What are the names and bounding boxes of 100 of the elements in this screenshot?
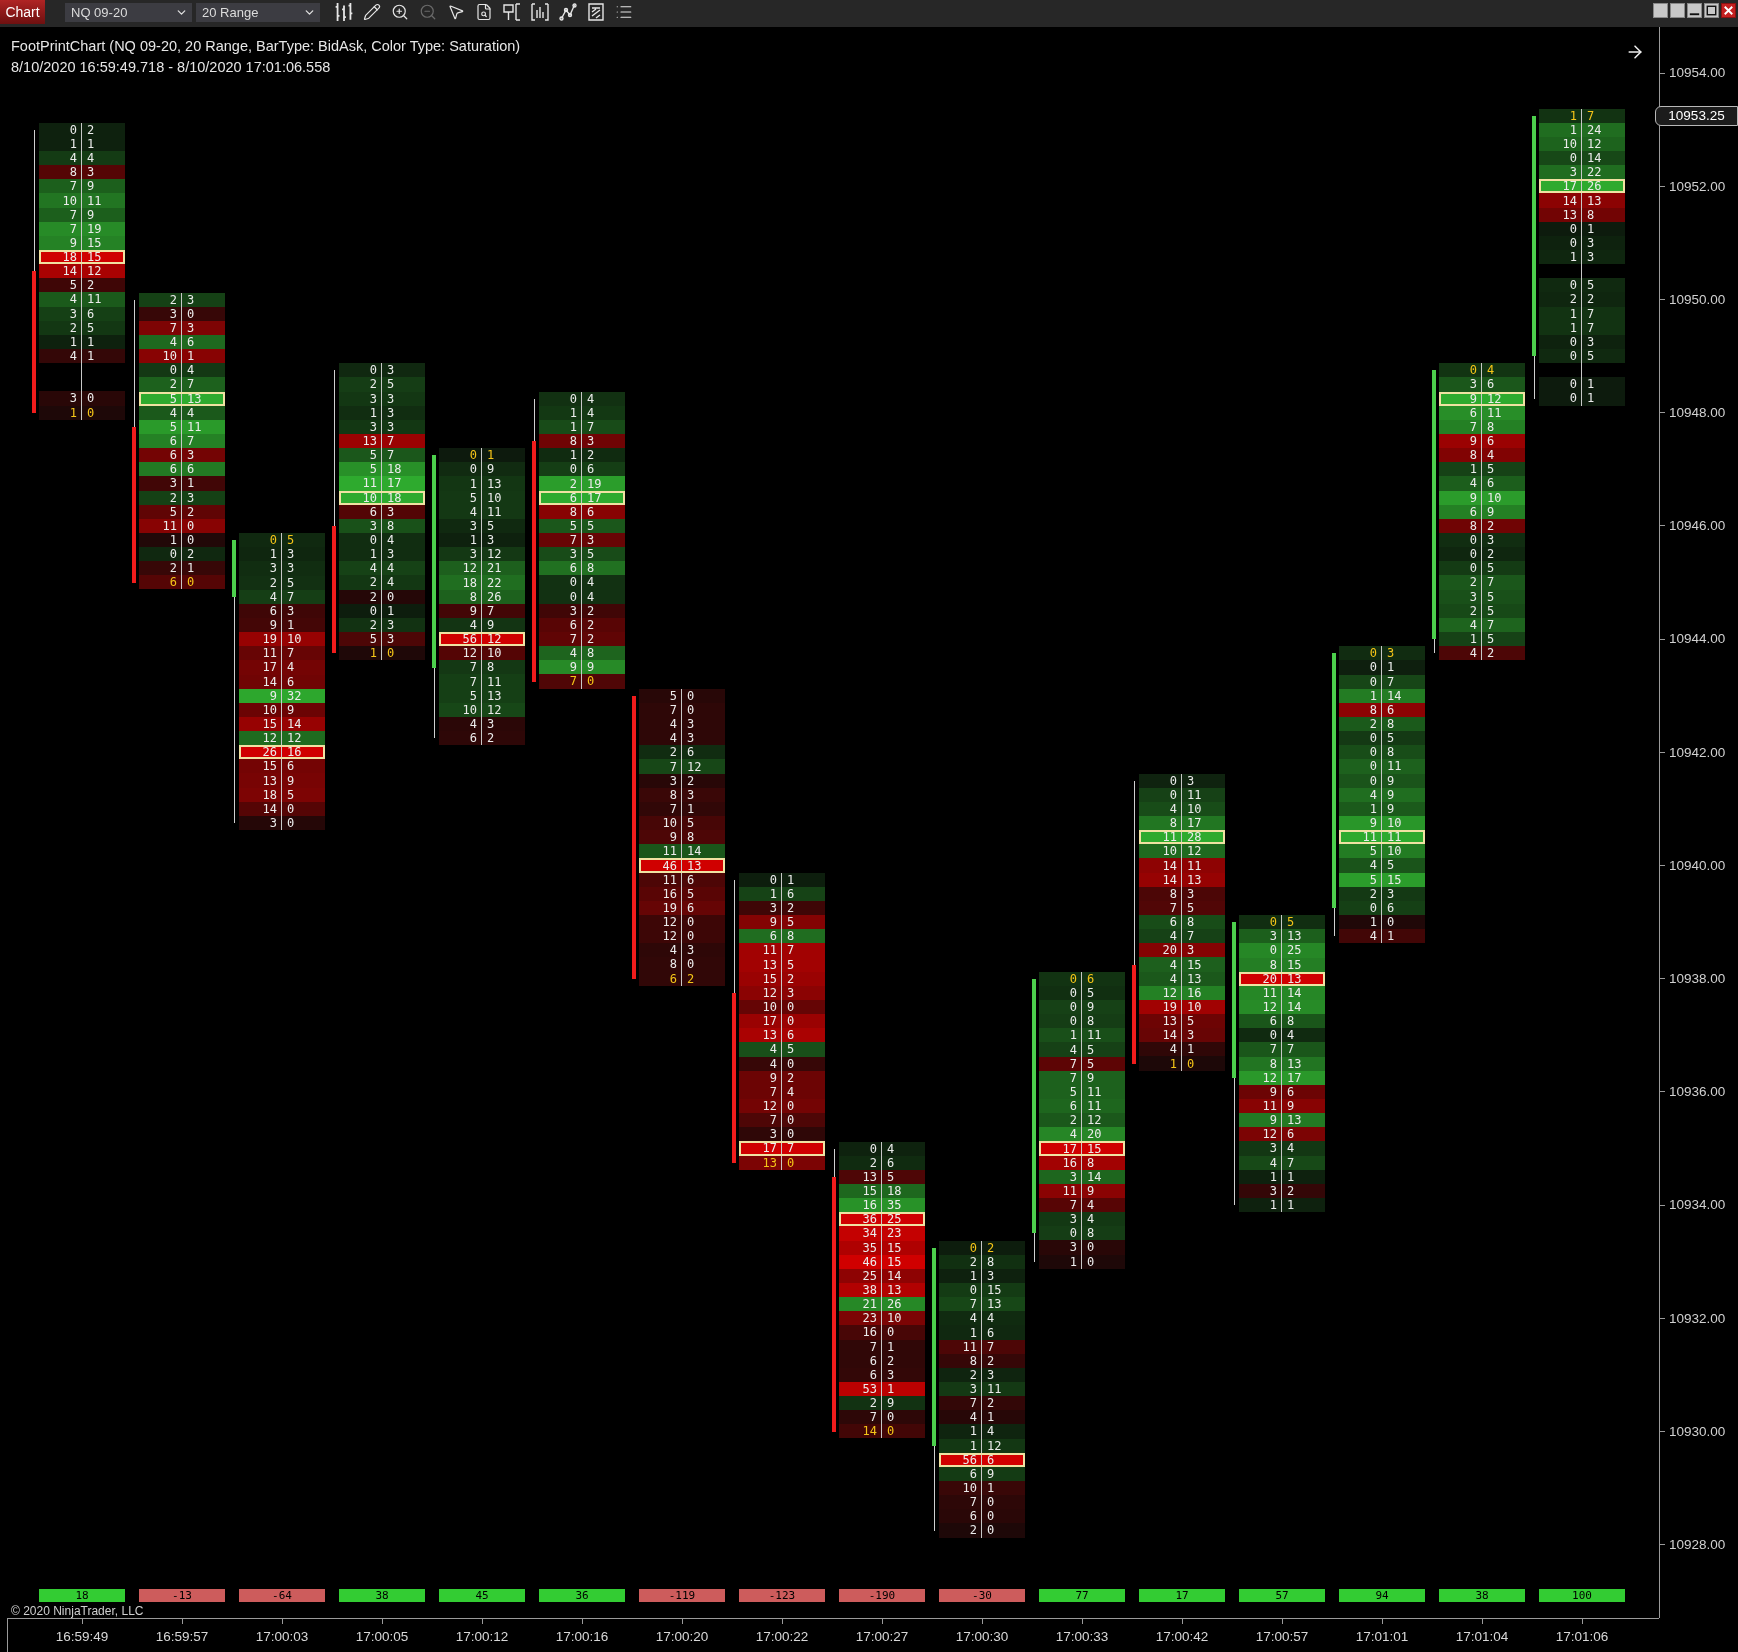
ask-volume: 0	[787, 1114, 795, 1127]
time-label: 17:00:57	[1255, 1629, 1309, 1645]
bid-volume: 0	[1069, 1015, 1077, 1028]
bid-volume: 11	[762, 944, 777, 957]
instrument-dropdown[interactable]: NQ 09-20	[65, 3, 192, 22]
ask-volume: 2	[1587, 293, 1595, 306]
ask-volume: 6	[1487, 378, 1495, 391]
copyright-text: © 2020 NinjaTrader, LLC	[11, 1603, 144, 1618]
chart-tab[interactable]: Chart	[0, 0, 45, 24]
ask-volume: 13	[487, 477, 502, 490]
delta-label: -190	[839, 1589, 925, 1602]
bid-volume: 9	[269, 689, 277, 702]
bid-volume: 0	[1369, 774, 1377, 787]
ask-volume: 8	[1087, 1227, 1095, 1240]
ask-volume: 35	[887, 1199, 902, 1212]
ask-volume: 21	[487, 562, 502, 575]
ask-volume: 8	[1487, 420, 1495, 433]
ask-volume: 13	[887, 1284, 902, 1296]
ask-volume: 28	[1187, 831, 1202, 844]
bid-volume: 8	[1169, 817, 1177, 830]
bid-volume: 2	[1469, 604, 1477, 617]
bid-volume: 4	[969, 1411, 977, 1424]
ask-volume: 7	[787, 1142, 795, 1155]
ask-volume: 9	[1387, 802, 1395, 815]
pointer-icon[interactable]	[447, 3, 465, 21]
bid-volume: 0	[1469, 562, 1477, 575]
ask-volume: 19	[587, 477, 602, 490]
ask-volume: 3	[987, 1368, 995, 1381]
ask-volume: 13	[187, 392, 202, 405]
ask-volume: 11	[987, 1383, 1002, 1396]
bid-volume: 7	[1269, 1043, 1277, 1056]
ask-volume: 8	[1087, 1015, 1095, 1028]
bid-volume: 0	[1369, 746, 1377, 759]
ask-volume: 3	[187, 321, 195, 334]
bid-volume: 4	[469, 717, 477, 730]
ask-volume: 5	[1087, 1057, 1095, 1070]
bid-volume: 0	[469, 449, 477, 462]
bid-volume: 3	[369, 420, 377, 433]
minimize-icon[interactable]	[1687, 3, 1702, 18]
ask-volume: 5	[1587, 350, 1595, 363]
ask-volume: 11	[1387, 831, 1402, 844]
bid-volume: 6	[169, 576, 177, 589]
ask-volume: 15	[1287, 958, 1302, 971]
ohlc-bars-icon[interactable]	[335, 3, 353, 21]
document-search-icon[interactable]	[475, 3, 493, 21]
zoom-in-icon[interactable]	[391, 3, 409, 21]
bracket-box-icon[interactable]	[503, 3, 521, 21]
bid-volume: 2	[569, 477, 577, 490]
bid-volume: 9	[1269, 1085, 1277, 1098]
ask-volume: 8	[787, 930, 795, 943]
bid-volume: 7	[569, 675, 577, 688]
ask-volume: 7	[187, 435, 195, 447]
ask-volume: 0	[1087, 1255, 1095, 1268]
bid-volume: 12	[662, 930, 677, 943]
price-label: 10954.00	[1669, 66, 1726, 80]
bid-volume: 3	[369, 519, 377, 532]
ask-volume: 0	[987, 1510, 995, 1523]
ask-volume: 0	[87, 406, 95, 419]
pencil-icon[interactable]	[363, 3, 381, 21]
ask-volume: 0	[687, 703, 695, 716]
ask-volume: 7	[787, 944, 795, 957]
delta-label: -123	[739, 1589, 825, 1602]
bid-volume: 1	[469, 477, 477, 490]
bid-volume: 3	[1269, 1184, 1277, 1197]
ask-volume: 11	[1387, 760, 1402, 773]
bid-volume: 0	[1369, 647, 1377, 660]
document-icon[interactable]	[587, 3, 605, 21]
bid-volume: 7	[969, 1298, 977, 1311]
bid-volume: 3	[1069, 1170, 1077, 1183]
bar-chart-icon[interactable]	[531, 3, 549, 21]
close-icon[interactable]	[1721, 3, 1736, 18]
bid-volume: 10	[762, 1001, 777, 1013]
ask-volume: 18	[387, 491, 402, 504]
ask-volume: 5	[387, 378, 395, 391]
bid-volume: 3	[69, 307, 77, 320]
bid-volume: 2	[1369, 887, 1377, 900]
bid-volume: 2	[369, 618, 377, 631]
ask-volume: 2	[987, 1354, 995, 1367]
ask-volume: 1	[987, 1482, 995, 1495]
ask-volume: 1	[1287, 1170, 1295, 1183]
ask-volume: 4	[587, 392, 595, 405]
bid-volume: 8	[1469, 449, 1477, 462]
line-chart-icon[interactable]	[559, 3, 577, 21]
bid-volume: 4	[1369, 859, 1377, 872]
list-icon[interactable]	[615, 3, 633, 21]
maximize-icon[interactable]	[1704, 3, 1719, 18]
bid-volume: 16	[1062, 1156, 1077, 1169]
ask-volume: 14	[1087, 1170, 1102, 1183]
bid-volume: 0	[1469, 364, 1477, 377]
ask-volume: 6	[1087, 972, 1095, 985]
ask-volume: 3	[387, 392, 395, 405]
ask-volume: 3	[287, 562, 295, 575]
bid-volume: 1	[1169, 1057, 1177, 1070]
ask-volume: 7	[1287, 1043, 1295, 1056]
ask-volume: 13	[1287, 1057, 1302, 1070]
ask-volume: 3	[387, 633, 395, 645]
ask-volume: 7	[1487, 618, 1495, 631]
ask-volume: 2	[687, 972, 695, 985]
bar-type-dropdown[interactable]: 20 Range	[196, 3, 320, 22]
ask-volume: 2	[87, 123, 95, 136]
